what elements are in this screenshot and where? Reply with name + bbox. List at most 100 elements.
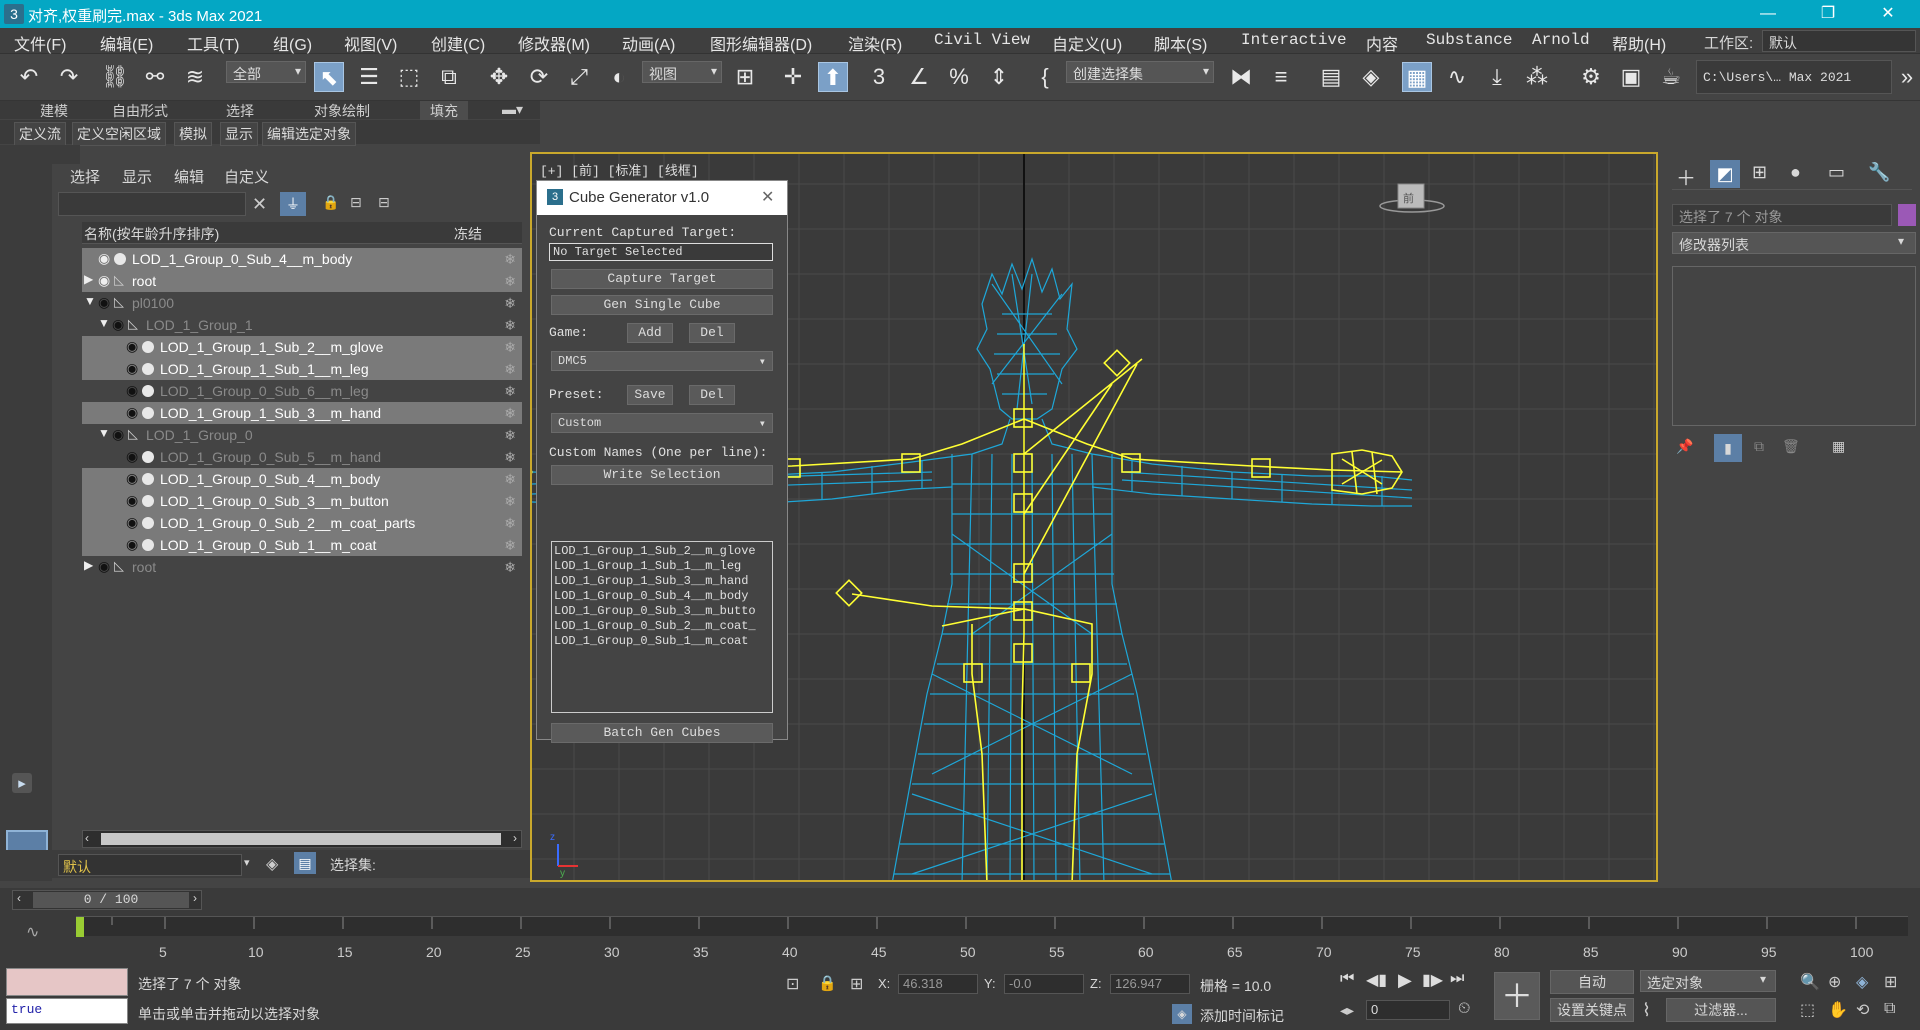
write-selection-button[interactable]: Write Selection xyxy=(551,465,773,485)
curve-editor-icon[interactable]: ∿ xyxy=(1442,62,1472,92)
explorer-row[interactable]: ▶ ◉ ◺ root ❄ xyxy=(82,556,522,578)
current-frame-field[interactable]: 0 xyxy=(1366,1000,1450,1020)
explorer-row[interactable]: ▼ ◉ ◺ pl0100 ❄ xyxy=(82,292,522,314)
expand-icon[interactable]: ▶ xyxy=(84,558,93,572)
render-icon[interactable]: ☕ xyxy=(1656,62,1686,92)
collapse-icon[interactable]: ▼ xyxy=(98,316,110,330)
sort-icon[interactable]: ⊟ xyxy=(378,194,390,211)
visibility-eye-icon[interactable]: ◉ xyxy=(112,316,124,333)
visibility-eye-icon[interactable]: ◉ xyxy=(126,448,138,465)
pivot-icon[interactable]: ⊞ xyxy=(730,62,760,92)
dialog-titlebar[interactable]: 3 Cube Generator v1.0 ✕ xyxy=(537,181,787,215)
play-icon[interactable]: ▶ xyxy=(1398,970,1412,991)
rendered-frame-icon[interactable]: ▣ xyxy=(1616,62,1646,92)
visibility-eye-icon[interactable]: ◉ xyxy=(126,338,138,355)
y-coordinate-field[interactable]: -0.0 xyxy=(1004,974,1084,994)
zoom-all-icon[interactable]: ⊕ xyxy=(1828,972,1841,992)
pan-icon[interactable]: ✋ xyxy=(1828,1000,1848,1020)
explorer-scrollbar[interactable]: ‹ › xyxy=(82,830,522,848)
menu-rendering[interactable]: 渲染(R) xyxy=(848,31,902,55)
collapse-icon[interactable]: ▼ xyxy=(98,426,110,440)
visibility-eye-icon[interactable]: ◉ xyxy=(126,470,138,487)
explorer-search-input[interactable] xyxy=(58,192,246,216)
freeze-column-header[interactable]: 冻结 xyxy=(454,224,482,244)
layer-explorer-icon[interactable]: ◈ xyxy=(1356,62,1386,92)
prev-frame-icon[interactable]: ‹ xyxy=(17,891,21,905)
freeze-icon[interactable]: ❄ xyxy=(504,427,516,444)
explorer-row[interactable]: ◉ LOD_1_Group_1_Sub_3__m_hand ❄ xyxy=(82,402,522,424)
visibility-eye-icon[interactable]: ◉ xyxy=(126,404,138,421)
visibility-eye-icon[interactable]: ◉ xyxy=(126,492,138,509)
show-end-result-icon[interactable]: ▮ xyxy=(1714,434,1742,462)
menu-arnold[interactable]: Arnold xyxy=(1532,31,1590,49)
current-layer-select[interactable]: 默认 xyxy=(58,854,242,876)
game-select[interactable]: DMC5 xyxy=(551,351,773,371)
explorer-row[interactable]: ◉ LOD_1_Group_0_Sub_4__m_body ❄ xyxy=(82,468,522,490)
motion-tab-icon[interactable]: ● xyxy=(1790,162,1801,183)
explorer-row[interactable]: ▶ ◉ ◺ root ❄ xyxy=(82,270,522,292)
minimize-button[interactable]: — xyxy=(1738,2,1798,26)
tab-freeform[interactable]: 自由形式 xyxy=(112,101,168,121)
undo-icon[interactable]: ↶ xyxy=(14,62,44,92)
remove-modifier-icon[interactable]: 🗑 xyxy=(1782,438,1800,455)
menu-customize[interactable]: 自定义(U) xyxy=(1052,31,1122,55)
visibility-eye-icon[interactable]: ◉ xyxy=(98,272,110,289)
maximize-viewport-icon[interactable]: ⧉ xyxy=(1884,1000,1895,1018)
menu-views[interactable]: 视图(V) xyxy=(344,31,397,55)
display-tab-icon[interactable]: ▭ xyxy=(1828,162,1845,183)
zoom-icon[interactable]: 🔍 xyxy=(1800,972,1820,992)
move-icon[interactable]: ✥ xyxy=(484,62,514,92)
hierarchy-icon[interactable]: ⊟ xyxy=(350,194,362,211)
menu-graph-editors[interactable]: 图形编辑器(D) xyxy=(710,31,812,55)
freeze-icon[interactable]: ❄ xyxy=(504,383,516,400)
target-field[interactable]: No Target Selected xyxy=(549,243,773,261)
place-icon[interactable]: ◐ xyxy=(604,62,634,92)
freeze-icon[interactable]: ❄ xyxy=(504,361,516,378)
align-icon[interactable]: ≡ xyxy=(1266,62,1296,92)
make-unique-icon[interactable]: ⧉ xyxy=(1754,438,1764,455)
prev-key-icon[interactable]: ◀▮ xyxy=(1366,970,1387,990)
define-flows-button[interactable]: 定义流 xyxy=(14,122,66,146)
viewcube-icon[interactable]: 前 xyxy=(1379,183,1445,213)
window-crossing-icon[interactable]: ⧉ xyxy=(434,62,464,92)
snaps-toggle-icon[interactable]: 3 xyxy=(864,62,894,92)
layers-icon[interactable]: ◈ xyxy=(266,854,278,874)
dialog-close-icon[interactable]: ✕ xyxy=(761,187,774,207)
explorer-row[interactable]: ◉ LOD_1_Group_1_Sub_1__m_leg ❄ xyxy=(82,358,522,380)
unlink-icon[interactable]: ⚯ xyxy=(140,62,170,92)
simulate-button[interactable]: 模拟 xyxy=(174,122,212,146)
scroll-right-icon[interactable]: › xyxy=(513,831,517,845)
scroll-thumb[interactable] xyxy=(101,833,501,845)
game-add-button[interactable]: Add xyxy=(627,323,673,343)
next-frame-icon[interactable]: › xyxy=(193,891,197,905)
explorer-row[interactable]: ◉ LOD_1_Group_0_Sub_5__m_hand ❄ xyxy=(82,446,522,468)
tab-object-paint[interactable]: 对象绘制 xyxy=(314,101,370,121)
explorer-menu-select[interactable]: 选择 xyxy=(70,166,100,187)
menu-substance[interactable]: Substance xyxy=(1426,31,1512,49)
next-key-icon[interactable]: ▮▶ xyxy=(1422,970,1443,990)
material-editor-icon[interactable]: ⁂ xyxy=(1522,62,1552,92)
expand-panel-icon[interactable]: ▸ xyxy=(12,773,32,793)
spinner-snap-icon[interactable]: ⇕ xyxy=(984,62,1014,92)
scale-icon[interactable]: ⤢ xyxy=(564,62,594,92)
pin-stack-icon[interactable]: 📌 xyxy=(1676,438,1693,455)
display-button[interactable]: 显示 xyxy=(220,122,258,146)
name-column-header[interactable]: 名称(按年龄升序排序) xyxy=(84,224,219,244)
create-tab-icon[interactable]: ＋ xyxy=(1676,162,1696,191)
redo-icon[interactable]: ↷ xyxy=(54,62,84,92)
viewport-label[interactable]: [+] [前] [标准] [线框] xyxy=(540,160,699,179)
toolbar-overflow-icon[interactable]: » xyxy=(1892,62,1920,92)
tab-modeling[interactable]: 建模 xyxy=(40,101,68,121)
capture-target-button[interactable]: Capture Target xyxy=(551,269,773,289)
render-setup-icon[interactable]: ⚙ xyxy=(1576,62,1606,92)
current-frame-marker[interactable] xyxy=(76,917,84,937)
add-time-tag-button[interactable]: 添加时间标记 xyxy=(1200,1006,1284,1026)
freeze-icon[interactable]: ❄ xyxy=(504,493,516,510)
keyboard-shortcut-override-icon[interactable]: ⬆ xyxy=(818,62,848,92)
game-del-button[interactable]: Del xyxy=(689,323,735,343)
isolate-selection-icon[interactable]: ⊡ xyxy=(786,974,799,994)
freeze-icon[interactable]: ❄ xyxy=(504,339,516,356)
time-config-icon[interactable]: ⏲ xyxy=(1458,1000,1470,1018)
project-path[interactable]: C:\Users\… Max 2021 xyxy=(1696,60,1892,94)
visibility-eye-icon[interactable]: ◉ xyxy=(112,426,124,443)
